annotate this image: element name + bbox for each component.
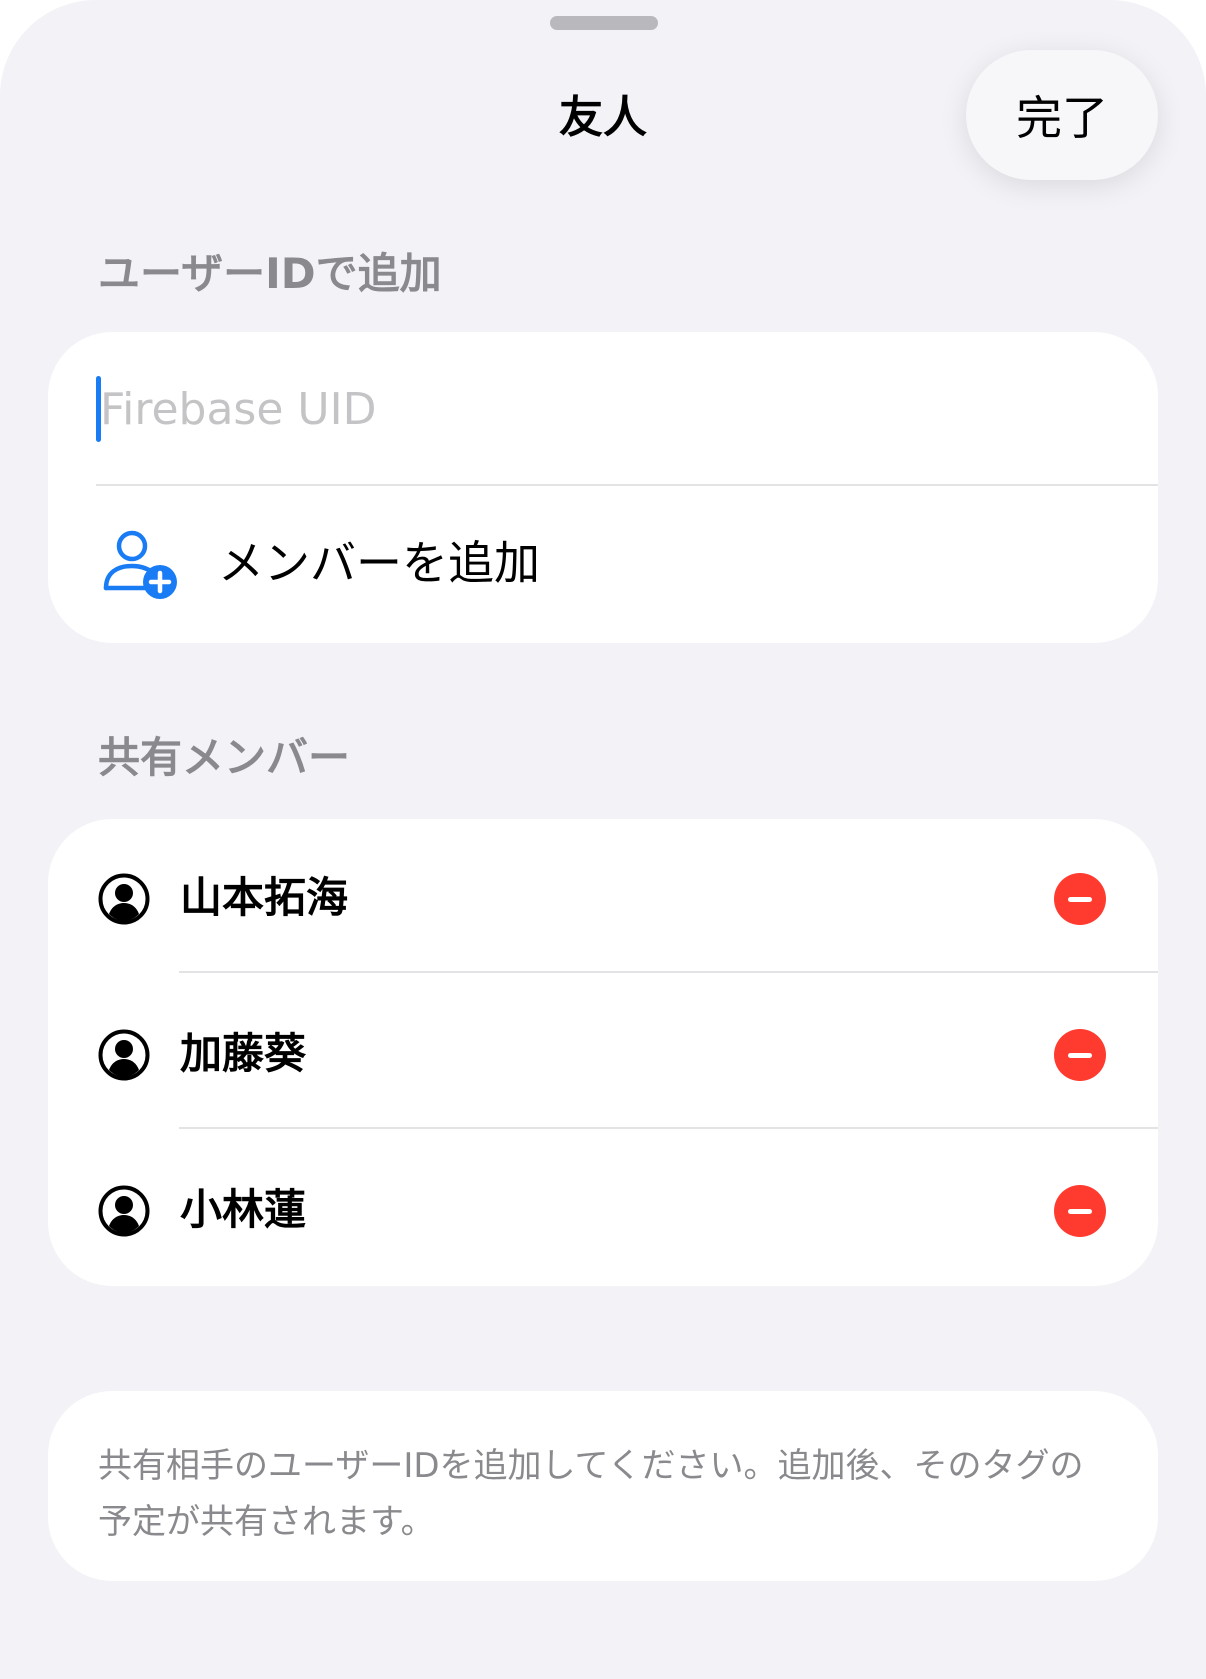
remove-member-button[interactable] (1054, 1029, 1106, 1081)
person-circle-icon (98, 873, 150, 925)
member-name: 加藤葵 (180, 1029, 307, 1078)
minus-circle-icon (1068, 1209, 1092, 1214)
sheet: 友人 完了 ユーザーIDで追加 メンバーを追加 共有メンバー (0, 0, 1206, 1679)
footer-note: 共有相手のユーザーIDを追加してください。追加後、そのタグの予定が共有されます。 (98, 1446, 1084, 1542)
minus-circle-icon (1068, 1053, 1092, 1058)
add-member-button[interactable]: メンバーを追加 (48, 486, 1158, 642)
member-row: 山本拓海 (48, 819, 1158, 975)
member-row: 加藤葵 (48, 975, 1158, 1131)
divider (179, 971, 1158, 973)
person-circle-icon (98, 1185, 150, 1237)
divider (179, 1127, 1158, 1129)
minus-circle-icon (1068, 897, 1092, 902)
remove-member-button[interactable] (1054, 873, 1106, 925)
add-member-label: メンバーを追加 (218, 536, 540, 590)
sheet-grabber[interactable] (550, 16, 658, 30)
done-button[interactable]: 完了 (966, 50, 1158, 180)
member-row: 小林蓮 (48, 1131, 1158, 1287)
section-header-shared-members: 共有メンバー (98, 733, 351, 782)
member-name: 山本拓海 (180, 873, 349, 922)
members-card: 山本拓海 加藤葵 小林蓮 (48, 819, 1158, 1286)
uid-input[interactable] (100, 362, 1100, 456)
uid-input-row[interactable] (48, 332, 1158, 484)
section-header-add-by-id: ユーザーIDで追加 (98, 249, 442, 298)
add-member-card: メンバーを追加 (48, 332, 1158, 643)
person-plus-icon (103, 530, 177, 599)
member-name: 小林蓮 (180, 1185, 307, 1234)
person-circle-icon (98, 1029, 150, 1081)
remove-member-button[interactable] (1054, 1185, 1106, 1237)
